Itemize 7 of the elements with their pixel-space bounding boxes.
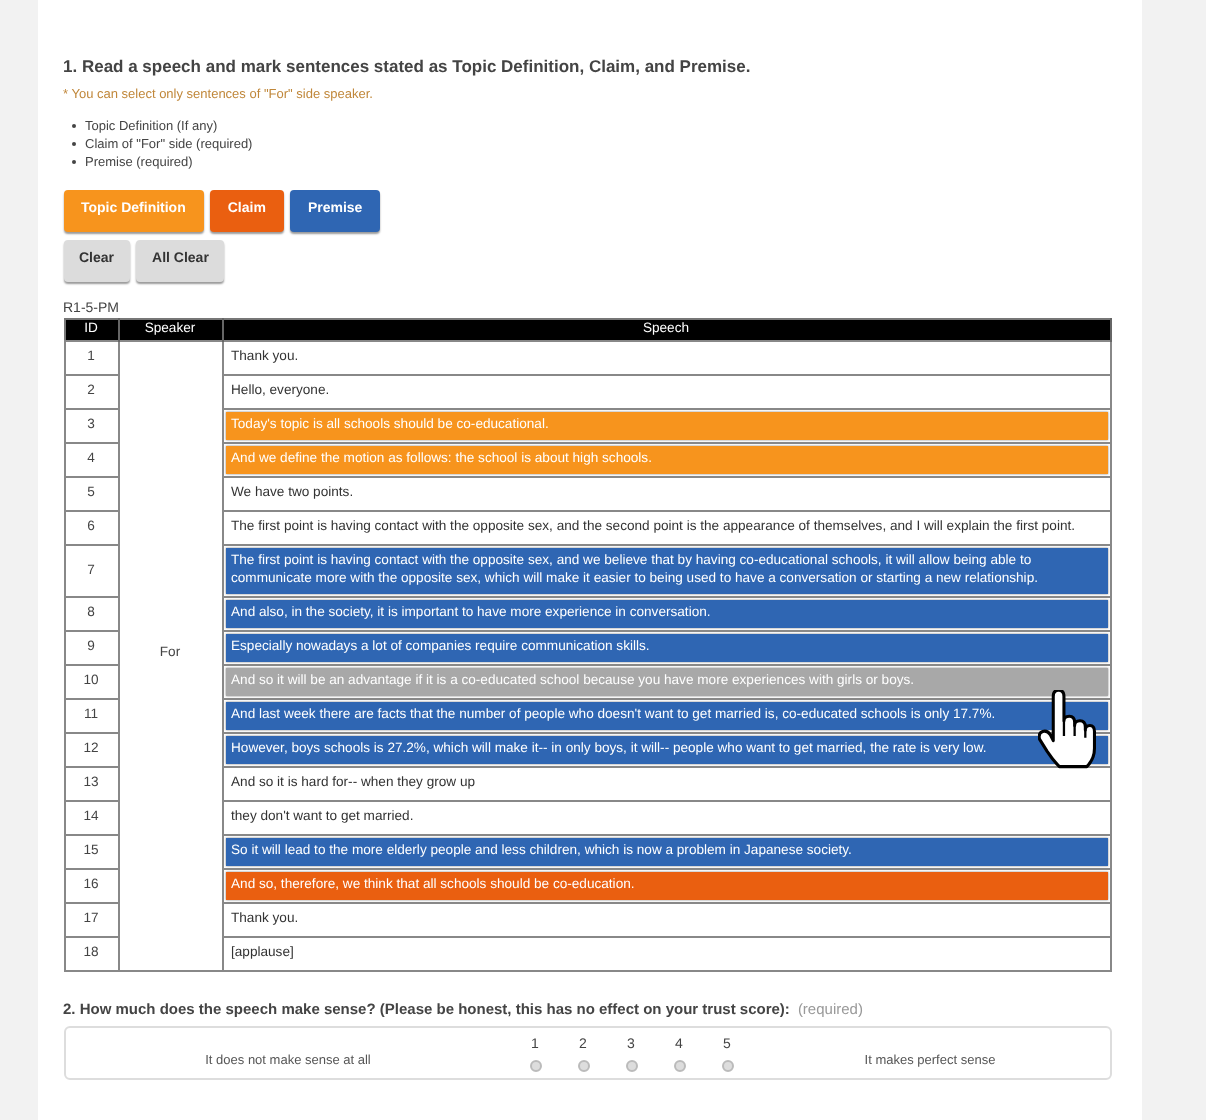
radio-button[interactable] xyxy=(577,1059,589,1072)
radio-button[interactable] xyxy=(673,1059,685,1072)
radio-button[interactable] xyxy=(721,1059,733,1072)
question-title: 1. Read a speech and mark sentences stated as Topic Definition, Claim, and Premise. xyxy=(63,54,753,80)
hand-cursor-icon xyxy=(1037,690,1095,770)
radio-button[interactable] xyxy=(625,1059,637,1072)
radio-button[interactable] xyxy=(529,1059,541,1072)
